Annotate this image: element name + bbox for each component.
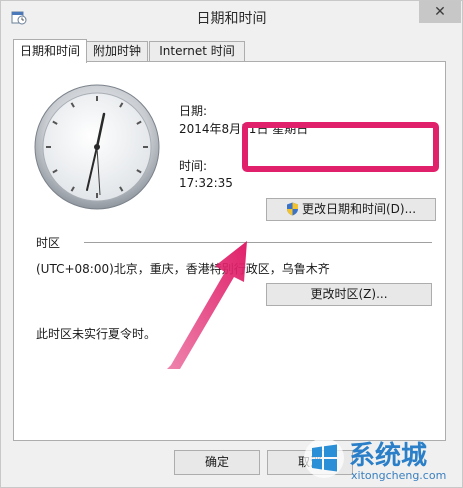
- time-value: 17:32:35: [179, 176, 233, 190]
- tab-label: 日期和时间: [19, 44, 80, 58]
- highlight-box: [242, 122, 439, 172]
- ok-button[interactable]: 确定: [174, 450, 260, 475]
- analog-clock: [34, 84, 160, 210]
- tab-date-time[interactable]: 日期和时间: [13, 39, 87, 63]
- close-button[interactable]: ✕: [419, 1, 461, 23]
- date-time-panel: 日期: 2014年8月31日 星期日 时间: 17:32:35 更改日期和时间(…: [13, 61, 446, 441]
- datetime-dialog: 日期和时间 ✕ 日期和时间 附加时钟 Internet 时间 日期: 2014年…: [0, 0, 463, 488]
- close-icon: ✕: [434, 4, 446, 20]
- window-title: 日期和时间: [196, 11, 267, 27]
- timezone-section-label: 时区: [36, 236, 61, 250]
- ok-label: 确定: [204, 455, 229, 469]
- tab-label: Internet 时间: [159, 44, 235, 58]
- title-bar: 日期和时间 ✕: [1, 1, 462, 33]
- tab-label: 附加时钟: [92, 44, 141, 58]
- watermark: 系统城 xitongcheng.com: [301, 433, 463, 488]
- change-date-time-button[interactable]: 更改日期和时间(D)...: [266, 198, 436, 221]
- watermark-logo-icon: [304, 438, 344, 478]
- date-label: 日期:: [179, 104, 208, 118]
- watermark-title: 系统城: [349, 441, 428, 471]
- timezone-value: (UTC+08:00)北京，重庆，香港特别行政区，乌鲁木齐: [36, 262, 330, 276]
- timezone-separator: [84, 242, 432, 243]
- change-timezone-label: 更改时区(Z)...: [310, 287, 388, 301]
- time-label: 时间:: [179, 159, 208, 173]
- change-timezone-button[interactable]: 更改时区(Z)...: [266, 283, 432, 306]
- dst-note: 此时区未实行夏令时。: [36, 327, 157, 341]
- watermark-url: xitongcheng.com: [351, 469, 447, 482]
- uac-shield-icon: [286, 202, 298, 216]
- tab-internet-time[interactable]: Internet 时间: [149, 41, 245, 62]
- tab-additional-clocks[interactable]: 附加时钟: [86, 41, 148, 62]
- change-date-time-label: 更改日期和时间(D)...: [301, 202, 417, 216]
